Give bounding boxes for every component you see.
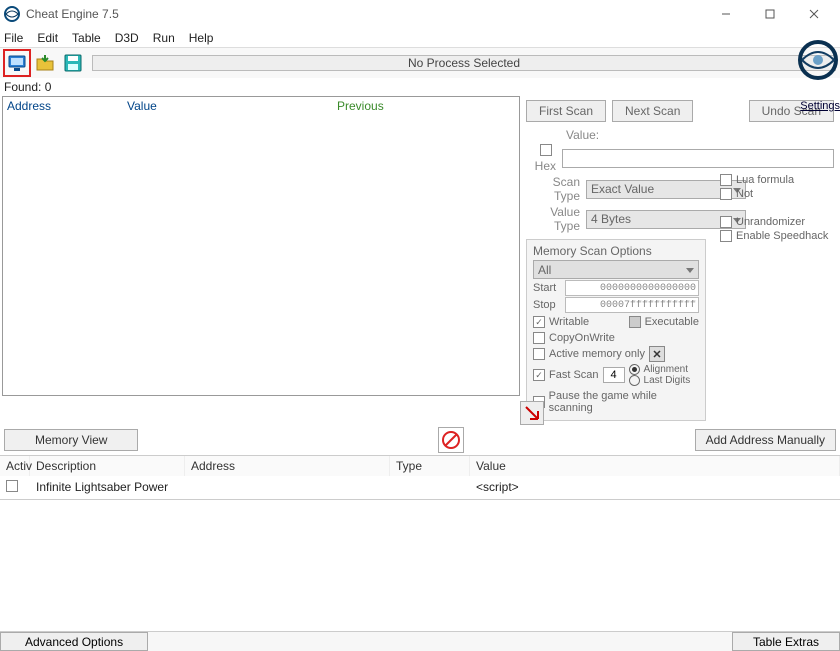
active-memory-checkbox[interactable] bbox=[533, 348, 545, 360]
next-scan-button[interactable]: Next Scan bbox=[612, 100, 693, 122]
advanced-options-button[interactable]: Advanced Options bbox=[0, 632, 148, 651]
copyonwrite-checkbox[interactable] bbox=[533, 332, 545, 344]
alignment-radio[interactable] bbox=[629, 364, 640, 375]
menu-table[interactable]: Table bbox=[72, 31, 101, 45]
memscan-start-input[interactable] bbox=[565, 280, 699, 296]
lastdigits-radio[interactable] bbox=[629, 375, 640, 386]
address-table[interactable]: Activ Description Address Type Value Inf… bbox=[0, 455, 840, 500]
memscan-region-combo[interactable]: All bbox=[533, 260, 699, 279]
open-process-button[interactable] bbox=[4, 50, 30, 76]
scan-results-panel[interactable]: Address Value Previous bbox=[2, 96, 520, 396]
valuetype-label: Value Type bbox=[526, 205, 586, 233]
menu-bar: File Edit Table D3D Run Help bbox=[0, 28, 840, 48]
active-memory-clear-icon[interactable]: ✕ bbox=[649, 346, 665, 362]
table-extras-button[interactable]: Table Extras bbox=[732, 632, 840, 651]
hex-label: Hex bbox=[526, 144, 562, 173]
result-header-previous: Previous bbox=[337, 99, 384, 113]
menu-d3d[interactable]: D3D bbox=[115, 31, 139, 45]
lua-formula-checkbox[interactable] bbox=[720, 174, 732, 186]
executable-checkbox[interactable] bbox=[629, 316, 641, 328]
minimize-button[interactable] bbox=[704, 0, 748, 28]
scan-value-input[interactable] bbox=[562, 149, 834, 168]
fastscan-input[interactable] bbox=[603, 367, 625, 383]
toolbar: No Process Selected bbox=[0, 48, 840, 78]
value-label: Value: bbox=[566, 128, 605, 142]
result-header-value: Value bbox=[127, 99, 337, 113]
bottom-bar: Advanced Options Table Extras bbox=[0, 631, 840, 651]
close-button[interactable] bbox=[792, 0, 836, 28]
window-title: Cheat Engine 7.5 bbox=[26, 7, 704, 21]
memory-scan-options: Memory Scan Options All Start Stop ✓Writ… bbox=[526, 239, 706, 421]
maximize-button[interactable] bbox=[748, 0, 792, 28]
fastscan-checkbox[interactable]: ✓ bbox=[533, 369, 545, 381]
settings-link[interactable]: Settings bbox=[800, 100, 840, 112]
menu-run[interactable]: Run bbox=[153, 31, 175, 45]
writable-checkbox[interactable]: ✓ bbox=[533, 316, 545, 328]
row-active-checkbox[interactable] bbox=[6, 480, 18, 492]
remove-entry-icon[interactable] bbox=[438, 427, 464, 453]
scan-panel: First Scan Next Scan Undo Scan Value: He… bbox=[520, 96, 840, 425]
add-result-arrow-button[interactable] bbox=[520, 401, 544, 425]
memscan-stop-input[interactable] bbox=[565, 297, 699, 313]
title-bar: Cheat Engine 7.5 bbox=[0, 0, 840, 28]
unrandomizer-checkbox[interactable] bbox=[720, 216, 732, 228]
hex-checkbox[interactable] bbox=[540, 144, 552, 156]
ce-logo-icon bbox=[796, 38, 840, 85]
result-headers: Address Value Previous bbox=[3, 97, 519, 115]
process-status: No Process Selected bbox=[92, 55, 836, 71]
app-icon bbox=[4, 6, 20, 22]
found-count: Found: 0 bbox=[0, 78, 840, 96]
menu-help[interactable]: Help bbox=[189, 31, 214, 45]
speedhack-checkbox[interactable] bbox=[720, 230, 732, 242]
scantype-label: Scan Type bbox=[526, 175, 586, 203]
menu-file[interactable]: File bbox=[4, 31, 23, 45]
result-header-address: Address bbox=[7, 99, 127, 113]
table-row[interactable]: Infinite Lightsaber Power <script> bbox=[0, 476, 840, 499]
first-scan-button[interactable]: First Scan bbox=[526, 100, 606, 122]
add-address-manually-button[interactable]: Add Address Manually bbox=[695, 429, 836, 451]
menu-edit[interactable]: Edit bbox=[37, 31, 58, 45]
open-file-button[interactable] bbox=[32, 50, 58, 76]
save-button[interactable] bbox=[60, 50, 86, 76]
memory-view-button[interactable]: Memory View bbox=[4, 429, 138, 451]
not-checkbox[interactable] bbox=[720, 188, 732, 200]
address-table-header: Activ Description Address Type Value bbox=[0, 456, 840, 476]
